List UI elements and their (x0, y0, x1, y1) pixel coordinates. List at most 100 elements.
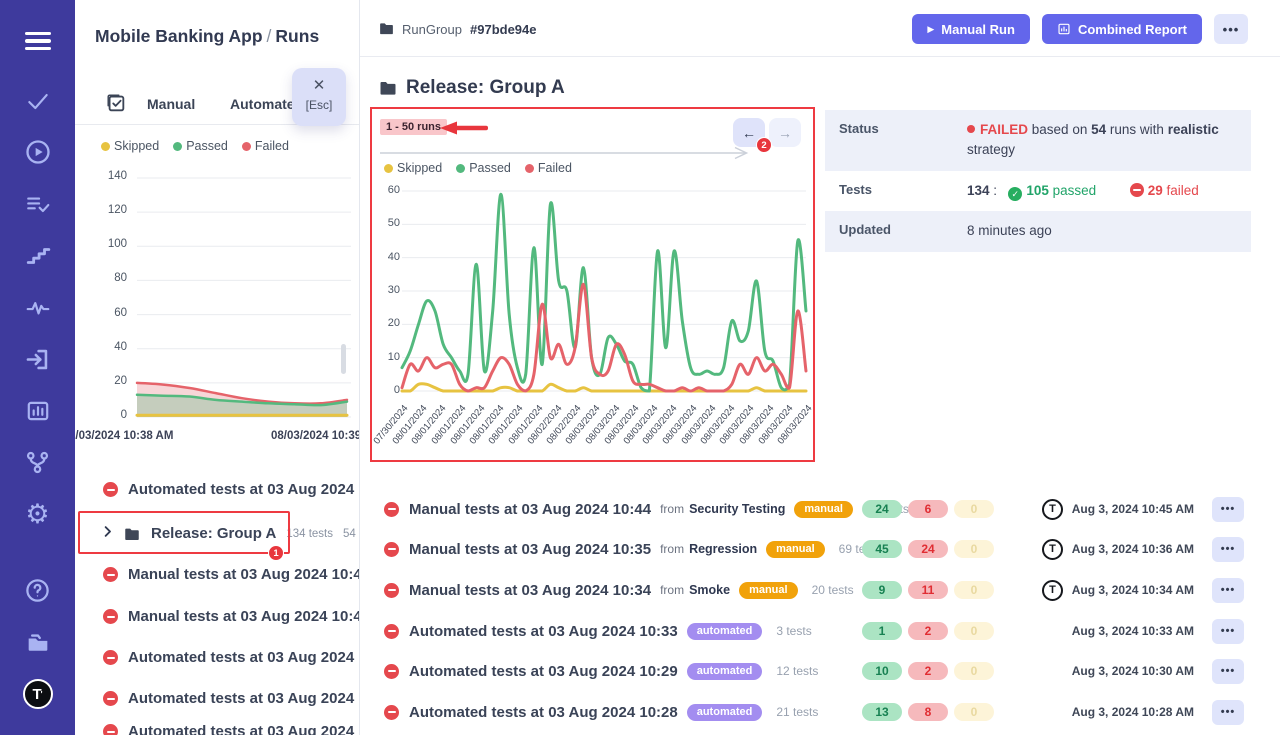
bar-chart-icon[interactable] (0, 398, 75, 424)
annotation-badge-2: 2 (756, 137, 772, 153)
failed-pill: 2 (908, 662, 948, 680)
from-label: from (660, 502, 684, 516)
main-chart: 010203040506007/30/202408/01/202408/01/2… (376, 183, 812, 459)
y-tick-label: 40 (376, 251, 400, 263)
run-source[interactable]: Security Testing (689, 502, 785, 516)
y-tick-label: 10 (376, 351, 400, 363)
run-list-item[interactable]: Manual tests at 03 Aug 2024 10:43 (75, 554, 360, 595)
scrollbar-thumb[interactable] (341, 344, 346, 374)
checklist-icon[interactable] (105, 92, 127, 119)
from-label: from (660, 583, 684, 597)
main-chart-svg (402, 183, 806, 397)
run-row[interactable]: Automated tests at 03 Aug 2024 10:33auto… (370, 611, 1258, 651)
failed-pill: 6 (908, 500, 948, 518)
group-label: Release: Group A (151, 525, 276, 542)
run-list-item[interactable]: Automated tests at 03 Aug 2024 10 (75, 637, 360, 678)
activity-pulse-icon[interactable] (0, 295, 75, 321)
avatar-letter: T (1049, 584, 1056, 596)
check-icon[interactable] (0, 88, 75, 114)
steps-icon[interactable] (0, 243, 75, 269)
run-row[interactable]: Automated tests at 03 Aug 2024 10:29auto… (370, 651, 1258, 691)
page-title: Runs (275, 26, 319, 46)
avatar[interactable]: T (1042, 499, 1063, 520)
folders-icon[interactable] (0, 628, 75, 655)
run-row[interactable]: Manual tests at 03 Aug 2024 10:35 from Reg… (370, 529, 1258, 569)
chevron-right-icon[interactable] (100, 524, 115, 544)
run-row[interactable]: Manual tests at 03 Aug 2024 10:34fromSmo… (370, 570, 1258, 610)
run-source[interactable]: Smoke (689, 583, 730, 597)
legend-dot-icon (242, 142, 251, 151)
run-row[interactable]: Automated tests at 03 Aug 2024 10:28auto… (370, 692, 1258, 732)
legend-item: Passed (456, 161, 511, 175)
logo-t-icon[interactable]: T' (0, 678, 75, 710)
breadcrumb: Mobile Banking App/Runs (95, 26, 319, 47)
legend-label: Passed (186, 139, 228, 153)
run-more-button[interactable]: ••• (1212, 578, 1244, 603)
sign-in-icon[interactable] (0, 346, 75, 373)
run-row[interactable]: Manual tests at 03 Aug 2024 10:44fromSec… (370, 489, 1258, 529)
y-tick-label: 30 (376, 284, 400, 296)
run-more-button[interactable]: ••• (1212, 700, 1244, 725)
run-tests-count: 3 tests (776, 624, 811, 638)
legend-dot-icon (384, 164, 393, 173)
tab-manual[interactable]: Manual (147, 96, 195, 112)
failed-minus-icon (384, 664, 399, 679)
mini-chart-svg (75, 170, 360, 428)
failed-minus-icon (103, 567, 118, 582)
avatar[interactable]: T (1042, 539, 1063, 560)
run-more-button[interactable]: ••• (1212, 659, 1244, 684)
git-branch-icon[interactable] (0, 449, 75, 476)
run-more-button[interactable]: ••• (1212, 537, 1244, 562)
run-group-item[interactable]: Release: Group A134 tests54 r (75, 513, 360, 554)
run-label: Automated tests at 03 Aug 2024 1 (128, 723, 360, 735)
run-more-button[interactable]: ••• (1212, 619, 1244, 644)
run-list-item[interactable]: Manual tests at 03 Aug 2024 10:42 (75, 596, 360, 637)
legend-item: Passed (173, 139, 228, 153)
project-title[interactable]: Mobile Banking App (95, 26, 263, 46)
annotation-badge-1: 1 (268, 545, 284, 561)
esc-overlay[interactable]: ✕ [Esc] (292, 68, 346, 126)
failed-minus-icon (384, 583, 399, 598)
failed-minus-icon (103, 724, 118, 735)
result-pills: 9110 (862, 581, 994, 599)
result-pills: 1380 (862, 703, 994, 721)
avatar[interactable]: T (1042, 580, 1063, 601)
run-list-item[interactable]: Automated tests at 03 Aug 2024 10 (75, 469, 360, 510)
legend-dot-icon (525, 164, 534, 173)
from-label: from (660, 542, 684, 556)
legend-label: Passed (469, 161, 511, 175)
run-more-button[interactable]: ••• (1212, 497, 1244, 522)
skipped-pill: 0 (954, 500, 994, 518)
group-meta-tests: 134 tests (286, 528, 333, 540)
legend-dot-icon (456, 164, 465, 173)
run-title: Manual tests at 03 Aug 2024 10:35 (409, 541, 651, 558)
close-icon[interactable]: ✕ (292, 76, 346, 94)
y-tick-label: 20 (376, 317, 400, 329)
failed-minus-icon (384, 624, 399, 639)
run-timestamp: Aug 3, 2024 10:34 AM (1072, 583, 1194, 597)
passed-pill: 24 (862, 500, 902, 518)
run-tests-count: 20 tests (812, 583, 854, 597)
legend-label: Failed (538, 161, 572, 175)
hamburger-menu-icon[interactable] (0, 25, 75, 57)
result-pills: 24 60 (862, 500, 994, 518)
passed-pill: 45 (862, 540, 902, 558)
skipped-pill: 0 (954, 703, 994, 721)
mini-x-label-left: 8/03/2024 10:38 AM (75, 430, 173, 442)
play-circle-icon[interactable] (0, 138, 75, 166)
help-circle-icon[interactable] (0, 577, 75, 604)
legend-item: Skipped (101, 139, 159, 153)
run-label: Automated tests at 03 Aug 2024 10 (128, 649, 360, 666)
left-panel: Mobile Banking App/Runs Manual Automated… (75, 0, 360, 735)
skipped-pill: 0 (954, 581, 994, 599)
list-check-icon[interactable] (0, 191, 75, 217)
run-list-item[interactable]: Automated tests at 03 Aug 2024 1 (75, 711, 360, 735)
next-runs-button[interactable]: → (769, 118, 801, 147)
failed-minus-icon (384, 502, 399, 517)
legend-item: Failed (525, 161, 572, 175)
sidebar: ⚙ T' (0, 0, 75, 735)
y-tick-label: 50 (376, 217, 400, 229)
app-root: ⚙ T' Mobile Banking App/Runs Manual Auto… (0, 0, 1280, 735)
gear-icon[interactable]: ⚙ (0, 499, 75, 529)
run-source[interactable]: Regression (689, 542, 757, 556)
